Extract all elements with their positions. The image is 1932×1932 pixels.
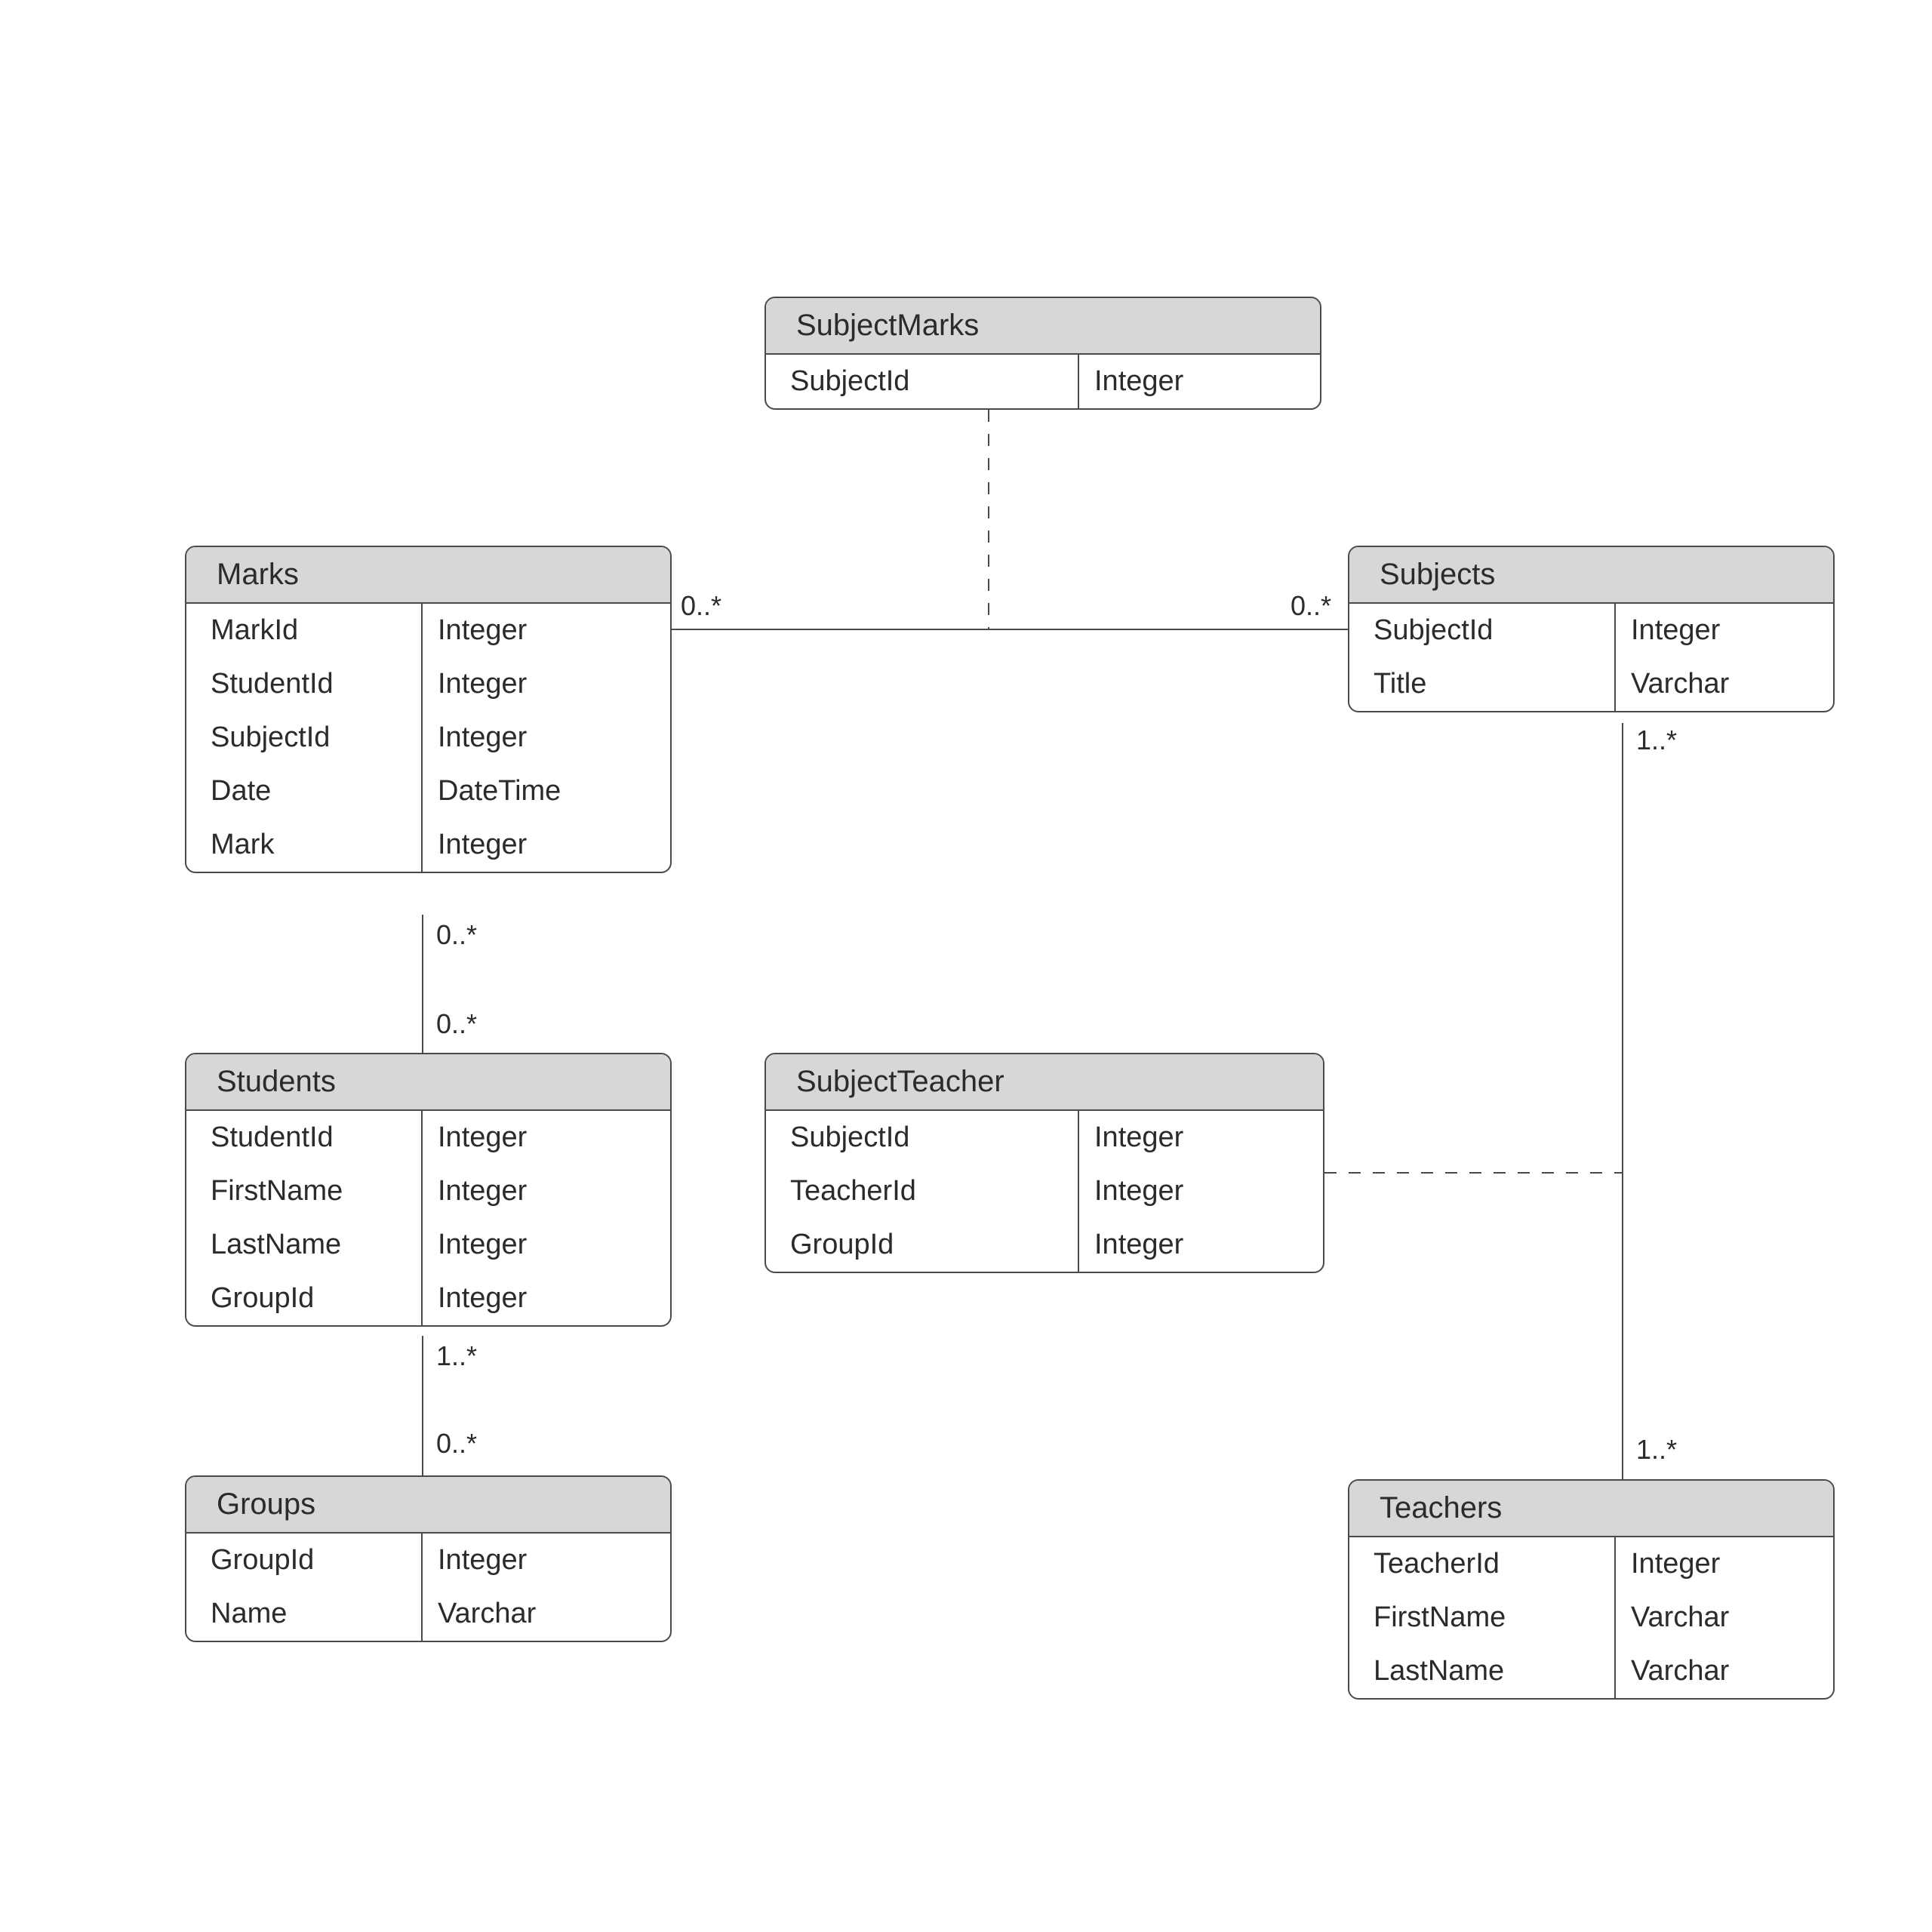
field-type: Integer — [423, 1164, 670, 1218]
table-row: Mark Integer — [186, 818, 670, 872]
field-type: Integer — [1079, 1111, 1323, 1164]
field-name: FirstName — [1349, 1591, 1616, 1644]
field-name: SubjectId — [1349, 604, 1616, 657]
table-row: Date DateTime — [186, 764, 670, 818]
field-type: Integer — [1079, 1218, 1323, 1272]
table-row: SubjectId Integer — [766, 1111, 1323, 1164]
multiplicity-label: 1..* — [1636, 1434, 1677, 1466]
field-name: TeacherId — [1349, 1537, 1616, 1591]
field-type: Integer — [423, 1111, 670, 1164]
field-name: SubjectId — [766, 1111, 1079, 1164]
table-row: FirstName Varchar — [1349, 1591, 1833, 1644]
entity-rows: SubjectId Integer — [766, 355, 1320, 408]
entity-rows: StudentId Integer FirstName Integer Last… — [186, 1111, 670, 1325]
multiplicity-label: 0..* — [1291, 590, 1331, 622]
field-name: StudentId — [186, 657, 423, 711]
table-row: SubjectId Integer — [1349, 604, 1833, 657]
field-name: MarkId — [186, 604, 423, 657]
field-type: Integer — [423, 1272, 670, 1325]
entity-title: Groups — [186, 1477, 670, 1534]
table-row: Title Varchar — [1349, 657, 1833, 711]
entity-title: Marks — [186, 547, 670, 604]
field-type: Integer — [1616, 604, 1833, 657]
field-type: Integer — [1079, 1164, 1323, 1218]
field-name: SubjectId — [766, 355, 1079, 408]
multiplicity-label: 1..* — [1636, 724, 1677, 756]
field-name: Title — [1349, 657, 1616, 711]
field-type: Varchar — [1616, 1591, 1833, 1644]
entity-subjects: Subjects SubjectId Integer Title Varchar — [1348, 546, 1835, 712]
field-type: Integer — [1616, 1537, 1833, 1591]
field-name: SubjectId — [186, 711, 423, 764]
table-row: FirstName Integer — [186, 1164, 670, 1218]
table-row: GroupId Integer — [186, 1534, 670, 1587]
table-row: LastName Integer — [186, 1218, 670, 1272]
table-row: SubjectId Integer — [186, 711, 670, 764]
entity-title: SubjectMarks — [766, 298, 1320, 355]
table-row: StudentId Integer — [186, 657, 670, 711]
field-name: GroupId — [766, 1218, 1079, 1272]
diagram-canvas: SubjectMarks SubjectId Integer Marks Mar… — [0, 0, 1932, 1932]
entity-title: Teachers — [1349, 1481, 1833, 1537]
field-type: Integer — [423, 711, 670, 764]
table-row: StudentId Integer — [186, 1111, 670, 1164]
multiplicity-label: 0..* — [436, 1428, 477, 1460]
field-type: Integer — [423, 1218, 670, 1272]
field-name: Name — [186, 1587, 423, 1641]
entity-subject-marks: SubjectMarks SubjectId Integer — [764, 297, 1321, 410]
entity-groups: Groups GroupId Integer Name Varchar — [185, 1475, 672, 1642]
entity-title: SubjectTeacher — [766, 1054, 1323, 1111]
entity-title: Subjects — [1349, 547, 1833, 604]
multiplicity-label: 1..* — [436, 1340, 477, 1372]
entity-rows: TeacherId Integer FirstName Varchar Last… — [1349, 1537, 1833, 1698]
multiplicity-label: 0..* — [436, 1008, 477, 1040]
entity-title: Students — [186, 1054, 670, 1111]
table-row: GroupId Integer — [186, 1272, 670, 1325]
field-type: Integer — [423, 657, 670, 711]
entity-marks: Marks MarkId Integer StudentId Integer S… — [185, 546, 672, 873]
field-name: FirstName — [186, 1164, 423, 1218]
field-type: Varchar — [423, 1587, 670, 1641]
field-type: Varchar — [1616, 1644, 1833, 1698]
table-row: TeacherId Integer — [1349, 1537, 1833, 1591]
field-name: LastName — [1349, 1644, 1616, 1698]
entity-rows: SubjectId Integer Title Varchar — [1349, 604, 1833, 711]
field-name: LastName — [186, 1218, 423, 1272]
field-type: Integer — [423, 818, 670, 872]
table-row: GroupId Integer — [766, 1218, 1323, 1272]
entity-rows: GroupId Integer Name Varchar — [186, 1534, 670, 1641]
table-row: TeacherId Integer — [766, 1164, 1323, 1218]
table-row: Name Varchar — [186, 1587, 670, 1641]
field-name: Date — [186, 764, 423, 818]
field-name: Mark — [186, 818, 423, 872]
entity-rows: MarkId Integer StudentId Integer Subject… — [186, 604, 670, 872]
table-row: MarkId Integer — [186, 604, 670, 657]
table-row: SubjectId Integer — [766, 355, 1320, 408]
entity-students: Students StudentId Integer FirstName Int… — [185, 1053, 672, 1327]
entity-subject-teacher: SubjectTeacher SubjectId Integer Teacher… — [764, 1053, 1324, 1273]
entity-teachers: Teachers TeacherId Integer FirstName Var… — [1348, 1479, 1835, 1700]
field-name: GroupId — [186, 1534, 423, 1587]
multiplicity-label: 0..* — [681, 590, 721, 622]
field-type: DateTime — [423, 764, 670, 818]
entity-rows: SubjectId Integer TeacherId Integer Grou… — [766, 1111, 1323, 1272]
multiplicity-label: 0..* — [436, 919, 477, 951]
field-type: Varchar — [1616, 657, 1833, 711]
field-type: Integer — [1079, 355, 1320, 408]
field-type: Integer — [423, 1534, 670, 1587]
field-name: StudentId — [186, 1111, 423, 1164]
field-name: TeacherId — [766, 1164, 1079, 1218]
table-row: LastName Varchar — [1349, 1644, 1833, 1698]
field-name: GroupId — [186, 1272, 423, 1325]
field-type: Integer — [423, 604, 670, 657]
